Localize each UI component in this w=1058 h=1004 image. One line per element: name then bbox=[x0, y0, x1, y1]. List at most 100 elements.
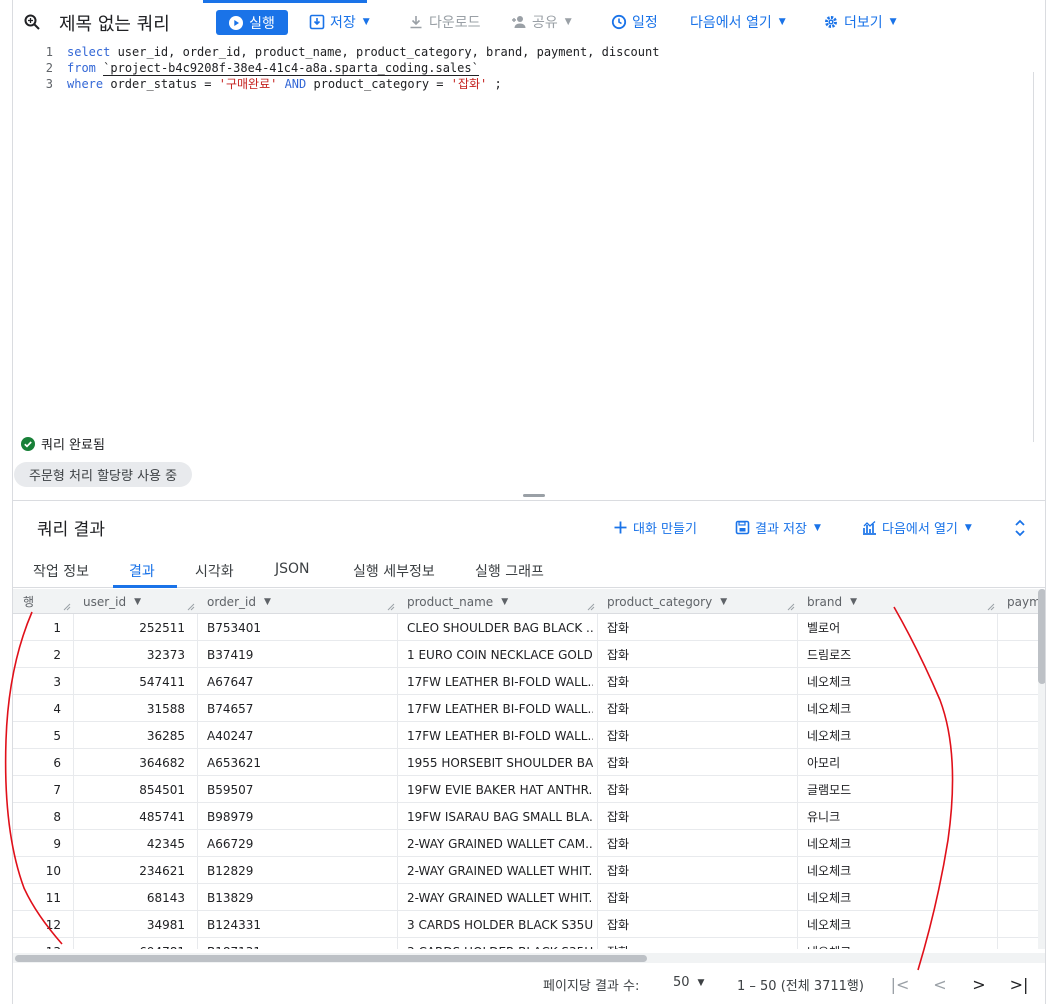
column-resize-handle[interactable] bbox=[587, 603, 595, 611]
results-open-in-button[interactable]: 다음에서 열기 ▼ bbox=[862, 518, 972, 537]
cell-user-id[interactable]: 68143 bbox=[73, 884, 191, 911]
cell-product-name[interactable]: 17FW LEATHER BI-FOLD WALL... bbox=[407, 695, 593, 722]
cell-user-id[interactable]: 31588 bbox=[73, 695, 191, 722]
cell-user-id[interactable]: 36285 bbox=[73, 722, 191, 749]
query-title[interactable]: 제목 없는 쿼리 bbox=[59, 10, 170, 36]
cell-product-category[interactable]: 잡화 bbox=[607, 641, 793, 668]
cell-row-number[interactable]: 12 bbox=[13, 911, 67, 938]
schedule-button[interactable]: 일정 bbox=[611, 12, 658, 32]
cell-product-name[interactable]: 2-WAY GRAINED WALLET CAM... bbox=[407, 830, 593, 857]
cell-order-id[interactable]: B187131 bbox=[207, 938, 393, 950]
column-header-user-id[interactable]: user_id ▼ bbox=[83, 589, 141, 614]
table-row[interactable]: 10 234621 B12829 2-WAY GRAINED WALLET WHIT.… bbox=[13, 857, 1045, 884]
cell-product-name[interactable]: CLEO SHOULDER BAG BLACK ... bbox=[407, 614, 593, 641]
cell-row-number[interactable]: 11 bbox=[13, 884, 67, 911]
cell-product-name[interactable]: 1 EURO COIN NECKLACE GOLD ... bbox=[407, 641, 593, 668]
download-button[interactable]: 다운로드 bbox=[408, 12, 481, 32]
sort-arrow-icon[interactable]: ▼ bbox=[134, 597, 141, 607]
cell-product-name[interactable]: 3 CARDS HOLDER BLACK S35U... bbox=[407, 938, 593, 950]
cell-brand[interactable]: 네오체크 bbox=[807, 830, 993, 857]
cell-product-name[interactable]: 17FW LEATHER BI-FOLD WALL... bbox=[407, 668, 593, 695]
cell-brand[interactable]: 유니크 bbox=[807, 803, 993, 830]
code-line-1[interactable]: select user_id, order_id, product_name, … bbox=[67, 44, 659, 60]
table-row[interactable]: 1 252511 B753401 CLEO SHOULDER BAG BLACK .… bbox=[13, 614, 1045, 641]
cell-order-id[interactable]: A653621 bbox=[207, 749, 393, 776]
cell-user-id[interactable]: 34981 bbox=[73, 911, 191, 938]
cell-brand[interactable]: 글램모드 bbox=[807, 776, 993, 803]
cell-order-id[interactable]: B59507 bbox=[207, 776, 393, 803]
cell-brand[interactable]: 네오체크 bbox=[807, 884, 993, 911]
cell-user-id[interactable]: 42345 bbox=[73, 830, 191, 857]
cell-product-name[interactable]: 17FW LEATHER BI-FOLD WALL... bbox=[407, 722, 593, 749]
cell-order-id[interactable]: B98979 bbox=[207, 803, 393, 830]
cell-row-number[interactable]: 8 bbox=[13, 803, 67, 830]
column-header-product-name[interactable]: product_name ▼ bbox=[407, 589, 508, 614]
column-header-order-id[interactable]: order_id ▼ bbox=[207, 589, 271, 614]
cell-row-number[interactable]: 7 bbox=[13, 776, 67, 803]
tab-execution-details[interactable]: 실행 세부정보 bbox=[353, 561, 435, 581]
tab-job-info[interactable]: 작업 정보 bbox=[33, 561, 89, 581]
cell-order-id[interactable]: B74657 bbox=[207, 695, 393, 722]
quota-chip[interactable]: 주문형 처리 할당량 사용 중 bbox=[14, 462, 193, 487]
cell-product-category[interactable]: 잡화 bbox=[607, 614, 793, 641]
table-row[interactable]: 5 36285 A40247 17FW LEATHER BI-FOLD WALL...… bbox=[13, 722, 1045, 749]
expand-collapse-icon[interactable] bbox=[1013, 519, 1027, 537]
sort-arrow-icon[interactable]: ▼ bbox=[850, 597, 857, 607]
cell-product-category[interactable]: 잡화 bbox=[607, 938, 793, 949]
editor-scrollbar[interactable] bbox=[1033, 72, 1034, 442]
cell-product-category[interactable]: 잡화 bbox=[607, 695, 793, 722]
cell-order-id[interactable]: B753401 bbox=[207, 614, 393, 641]
cell-row-number[interactable]: 4 bbox=[13, 695, 67, 722]
cell-product-category[interactable]: 잡화 bbox=[607, 884, 793, 911]
table-row[interactable]: 2 32373 B37419 1 EURO COIN NECKLACE GOLD ..… bbox=[13, 641, 1045, 668]
first-page-icon[interactable]: |< bbox=[889, 973, 911, 995]
column-resize-handle[interactable] bbox=[187, 603, 195, 611]
cell-order-id[interactable]: B13829 bbox=[207, 884, 393, 911]
save-button[interactable]: 저장 ▼ bbox=[309, 12, 370, 32]
cell-order-id[interactable]: B124331 bbox=[207, 911, 393, 938]
cell-row-number[interactable]: 9 bbox=[13, 830, 67, 857]
cell-product-category[interactable]: 잡화 bbox=[607, 830, 793, 857]
cell-brand[interactable]: 아모리 bbox=[807, 749, 993, 776]
cell-order-id[interactable]: A66729 bbox=[207, 830, 393, 857]
table-row[interactable]: 9 42345 A66729 2-WAY GRAINED WALLET CAM... 잡… bbox=[13, 830, 1045, 857]
cell-row-number[interactable]: 1 bbox=[13, 614, 67, 641]
cell-product-name[interactable]: 3 CARDS HOLDER BLACK S35U... bbox=[407, 911, 593, 938]
resize-handle[interactable] bbox=[523, 494, 545, 497]
open-in-button[interactable]: 다음에서 열기 ▼ bbox=[690, 12, 786, 32]
cell-brand[interactable]: 벨로어 bbox=[807, 614, 993, 641]
cell-brand[interactable]: 네오체크 bbox=[807, 695, 993, 722]
cell-user-id[interactable]: 364682 bbox=[73, 749, 191, 776]
cell-brand[interactable]: 네오체크 bbox=[807, 911, 993, 938]
cell-order-id[interactable]: B37419 bbox=[207, 641, 393, 668]
table-reference[interactable]: `project-b4c9208f-38e4-41c4-a8a.sparta_c… bbox=[103, 61, 479, 76]
cell-product-category[interactable]: 잡화 bbox=[607, 803, 793, 830]
table-row[interactable]: 11 68143 B13829 2-WAY GRAINED WALLET WHIT..… bbox=[13, 884, 1045, 911]
column-header-row[interactable]: 행 bbox=[23, 589, 34, 614]
cell-user-id[interactable]: 252511 bbox=[73, 614, 191, 641]
cell-order-id[interactable]: B12829 bbox=[207, 857, 393, 884]
cell-row-number[interactable]: 10 bbox=[13, 857, 67, 884]
next-page-icon[interactable]: > bbox=[968, 973, 990, 995]
cell-product-category[interactable]: 잡화 bbox=[607, 776, 793, 803]
cell-order-id[interactable]: A67647 bbox=[207, 668, 393, 695]
cell-product-name[interactable]: 2-WAY GRAINED WALLET WHIT... bbox=[407, 884, 593, 911]
cell-user-id[interactable]: 485741 bbox=[73, 803, 191, 830]
cell-row-number[interactable]: 6 bbox=[13, 749, 67, 776]
per-page-select[interactable]: 50 ▼ bbox=[673, 975, 704, 990]
column-resize-handle[interactable] bbox=[787, 603, 795, 611]
more-button[interactable]: 더보기 ▼ bbox=[823, 12, 897, 32]
cell-row-number[interactable]: 3 bbox=[13, 668, 67, 695]
scrollbar-thumb[interactable] bbox=[15, 955, 647, 962]
cell-product-category[interactable]: 잡화 bbox=[607, 857, 793, 884]
column-header-payment[interactable]: paym bbox=[1007, 589, 1041, 614]
cell-product-name[interactable]: 19FW ISARAU BAG SMALL BLA... bbox=[407, 803, 593, 830]
cell-product-name[interactable]: 2-WAY GRAINED WALLET WHIT... bbox=[407, 857, 593, 884]
cell-row-number[interactable]: 5 bbox=[13, 722, 67, 749]
scrollbar-thumb[interactable] bbox=[1038, 589, 1045, 684]
cell-brand[interactable]: 네오체크 bbox=[807, 857, 993, 884]
cell-brand[interactable]: 네오체크 bbox=[807, 938, 993, 949]
cell-brand[interactable]: 네오체크 bbox=[807, 722, 993, 749]
column-resize-handle[interactable] bbox=[63, 603, 71, 611]
cell-brand[interactable]: 드림로즈 bbox=[807, 641, 993, 668]
